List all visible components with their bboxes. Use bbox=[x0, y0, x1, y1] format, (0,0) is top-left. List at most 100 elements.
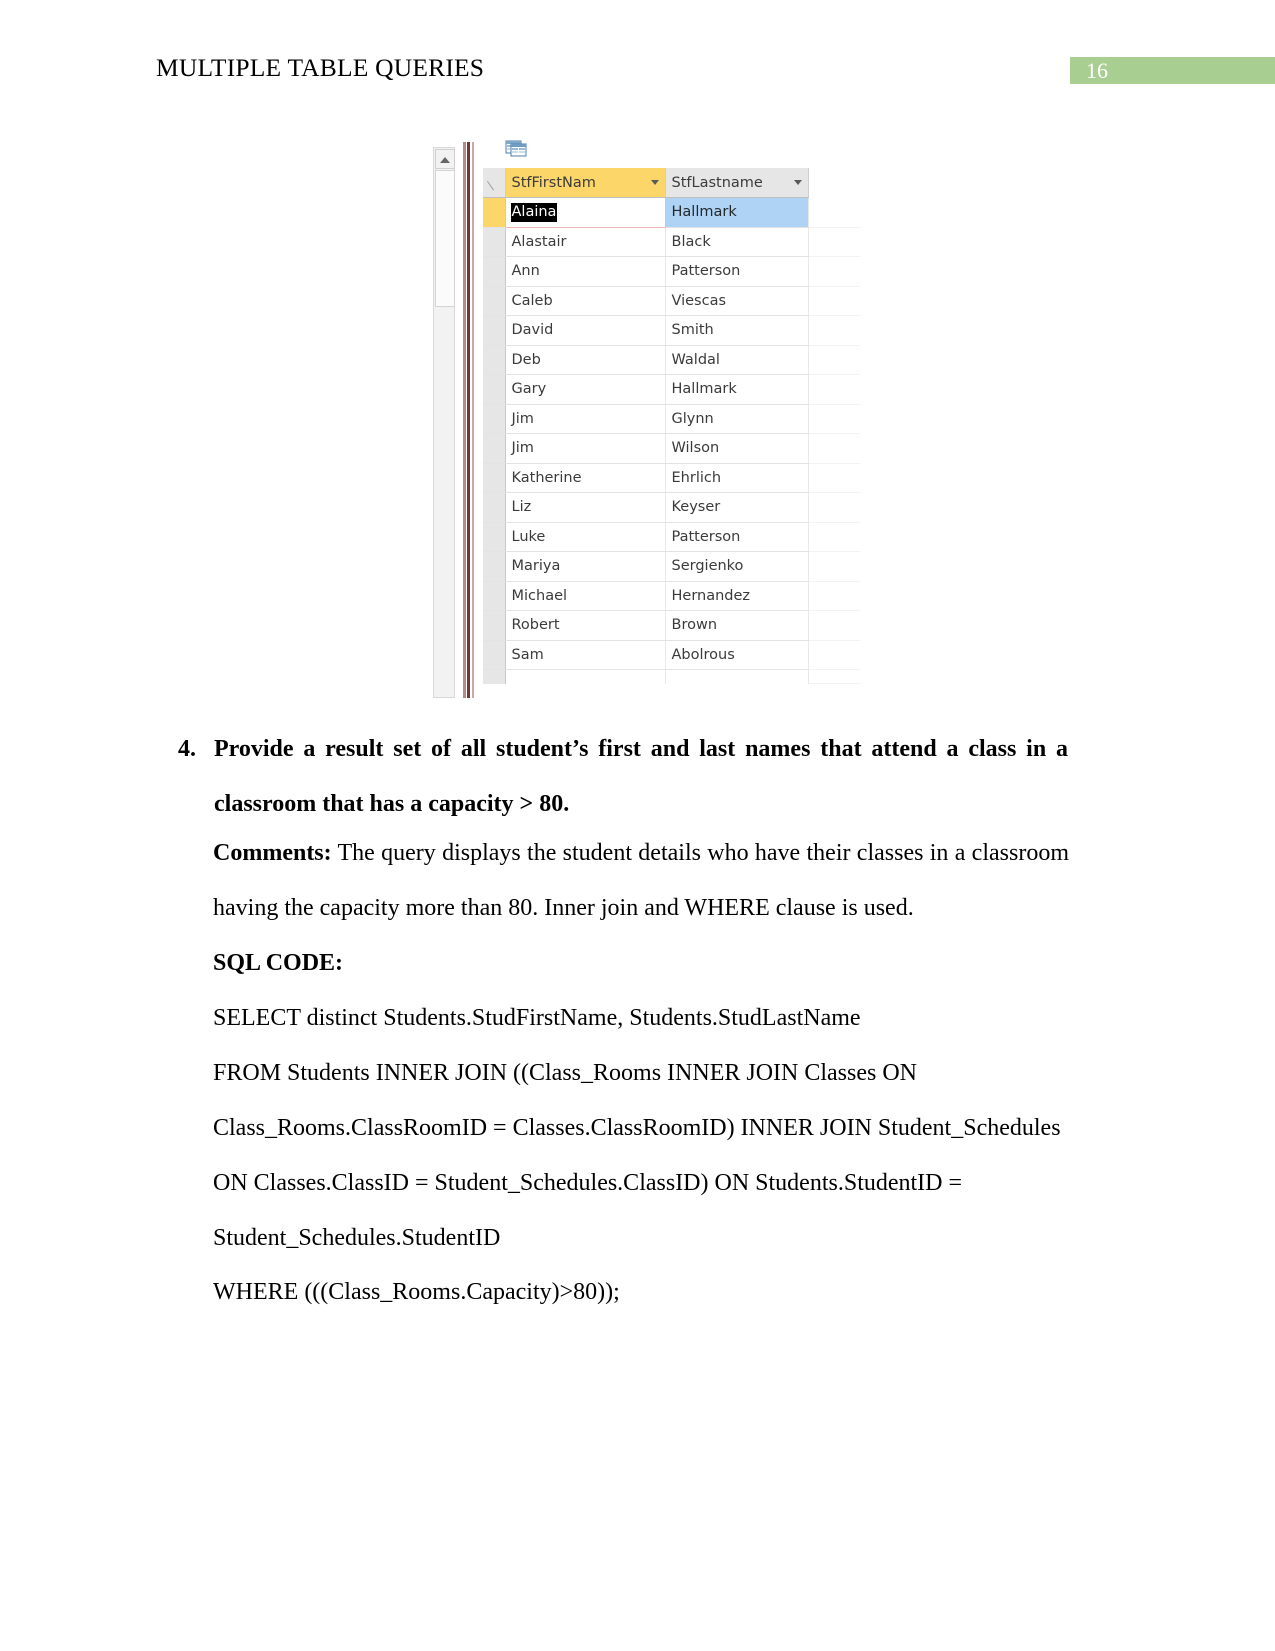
pane-divider-dark bbox=[467, 142, 470, 698]
selected-cell-text: Alaina bbox=[510, 203, 558, 223]
cell-first-name[interactable]: Mariya bbox=[505, 551, 666, 582]
row-selector[interactable] bbox=[483, 433, 506, 464]
table-row[interactable]: Ann Patterson bbox=[483, 256, 860, 287]
sql-line-from-2: Class_Rooms.ClassRoomID = Classes.ClassR… bbox=[213, 1115, 1061, 1141]
cell-last-name[interactable]: Patterson bbox=[665, 256, 809, 287]
table-row[interactable]: Caleb Viescas bbox=[483, 286, 860, 316]
scrollbar-thumb[interactable] bbox=[435, 170, 455, 307]
row-filler bbox=[808, 433, 860, 464]
header-filler bbox=[808, 168, 860, 198]
cell-first-name[interactable]: Gary bbox=[505, 374, 666, 405]
sql-code-heading-label: SQL CODE: bbox=[213, 950, 344, 976]
table-row[interactable]: Robert Brown bbox=[483, 610, 860, 641]
cell-first-name[interactable]: Alastair bbox=[505, 227, 666, 257]
sql-code-heading: SQL CODE: bbox=[213, 936, 1069, 991]
sql-line-from-1: FROM Students INNER JOIN ((Class_Rooms I… bbox=[213, 1060, 918, 1086]
row-selector[interactable] bbox=[483, 345, 506, 375]
datasheet-grid[interactable]: StfFirstNam StfLastname Alaina Hallmark bbox=[483, 168, 860, 684]
sql-line-where: WHERE (((Class_Rooms.Capacity)>80)); bbox=[213, 1279, 620, 1305]
column-header-label-first: StfFirstNam bbox=[511, 174, 596, 191]
table-row[interactable]: Michael Hernandez bbox=[483, 581, 860, 611]
row-selector[interactable] bbox=[483, 522, 506, 552]
page-header: MULTIPLE TABLE QUERIES 16 bbox=[0, 52, 1275, 92]
row-selector[interactable] bbox=[483, 551, 506, 582]
chevron-down-icon-first[interactable] bbox=[650, 180, 659, 185]
table-row[interactable]: Jim Glynn bbox=[483, 404, 860, 434]
row-selector[interactable] bbox=[483, 315, 506, 346]
page-title: MULTIPLE TABLE QUERIES bbox=[156, 53, 485, 82]
cell-last-name[interactable]: Hernandez bbox=[665, 581, 809, 611]
chevron-down-icon-last[interactable] bbox=[793, 180, 802, 185]
cell-last-name[interactable]: Keyser bbox=[665, 492, 809, 523]
cell-first-name[interactable]: David bbox=[505, 315, 666, 346]
table-row[interactable]: Luke Patterson bbox=[483, 522, 860, 552]
row-filler bbox=[808, 581, 860, 611]
cell-last-name[interactable]: Waldal bbox=[665, 345, 809, 375]
cell-last-name[interactable]: Wilson bbox=[665, 433, 809, 464]
table-row[interactable]: Liz Keyser bbox=[483, 492, 860, 523]
table-row[interactable]: David Smith bbox=[483, 315, 860, 346]
row-filler bbox=[808, 404, 860, 434]
column-header-label-last: StfLastname bbox=[671, 174, 763, 191]
pane-divider-faint bbox=[472, 142, 474, 698]
cell-first-name[interactable]: Michael bbox=[505, 581, 666, 611]
row-selector[interactable] bbox=[483, 669, 506, 684]
row-filler bbox=[808, 522, 860, 552]
row-selector[interactable] bbox=[483, 610, 506, 641]
cell-first-name[interactable]: Jim bbox=[505, 433, 666, 464]
table-row[interactable]: Katherine Ehrlich bbox=[483, 463, 860, 493]
table-row[interactable]: Sam Abolrous bbox=[483, 640, 860, 670]
cell-first-name[interactable]: Robert bbox=[505, 610, 666, 641]
cell-first-name[interactable]: Sam bbox=[505, 640, 666, 670]
cell-first-name[interactable]: Liz bbox=[505, 492, 666, 523]
scroll-up-arrow-icon[interactable] bbox=[435, 149, 455, 169]
comments-label: Comments: bbox=[213, 840, 332, 866]
table-row[interactable]: Deb Waldal bbox=[483, 345, 860, 375]
cell-last-name[interactable]: Patterson bbox=[665, 522, 809, 552]
cell-last-name[interactable] bbox=[665, 669, 809, 684]
table-row[interactable]: Jim Wilson bbox=[483, 433, 860, 464]
new-record-row[interactable] bbox=[483, 669, 860, 684]
cell-last-name[interactable]: Viescas bbox=[665, 286, 809, 316]
row-filler bbox=[808, 256, 860, 287]
table-row[interactable]: Alaina Hallmark bbox=[483, 197, 860, 228]
cell-first-name[interactable]: Katherine bbox=[505, 463, 666, 493]
column-header-stffirstname[interactable]: StfFirstNam bbox=[505, 168, 666, 198]
cell-last-name[interactable]: Smith bbox=[665, 315, 809, 346]
cell-first-name[interactable]: Deb bbox=[505, 345, 666, 375]
row-filler bbox=[808, 492, 860, 523]
row-selector[interactable] bbox=[483, 227, 506, 257]
cell-last-name[interactable]: Brown bbox=[665, 610, 809, 641]
cell-first-name[interactable]: Ann bbox=[505, 256, 666, 287]
cell-last-name[interactable]: Abolrous bbox=[665, 640, 809, 670]
table-row[interactable]: Alastair Black bbox=[483, 227, 860, 257]
cell-last-name[interactable]: Black bbox=[665, 227, 809, 257]
cell-last-name[interactable]: Hallmark bbox=[665, 374, 809, 405]
cell-last-name[interactable]: Sergienko bbox=[665, 551, 809, 582]
row-selector[interactable] bbox=[483, 581, 506, 611]
row-selector[interactable] bbox=[483, 492, 506, 523]
cell-first-name[interactable]: Jim bbox=[505, 404, 666, 434]
row-selector[interactable] bbox=[483, 463, 506, 493]
row-selector[interactable] bbox=[483, 374, 506, 405]
cell-first-name[interactable] bbox=[505, 669, 666, 684]
row-selector[interactable] bbox=[483, 404, 506, 434]
vertical-scrollbar[interactable] bbox=[433, 147, 455, 698]
select-all-header[interactable] bbox=[483, 168, 506, 198]
row-selector[interactable] bbox=[483, 640, 506, 670]
row-selector[interactable] bbox=[483, 256, 506, 287]
row-filler bbox=[808, 463, 860, 493]
cell-first-name[interactable]: Caleb bbox=[505, 286, 666, 316]
cell-last-name[interactable]: Glynn bbox=[665, 404, 809, 434]
cell-last-name[interactable]: Ehrlich bbox=[665, 463, 809, 493]
cell-first-name[interactable]: Alaina bbox=[504, 197, 666, 228]
grid-header-row: StfFirstNam StfLastname bbox=[483, 168, 860, 198]
column-header-stflastname[interactable]: StfLastname bbox=[665, 168, 809, 198]
row-filler bbox=[808, 610, 860, 641]
table-row[interactable]: Mariya Sergienko bbox=[483, 551, 860, 582]
row-selector[interactable] bbox=[483, 197, 506, 228]
row-selector[interactable] bbox=[483, 286, 506, 316]
cell-last-name[interactable]: Hallmark bbox=[665, 197, 809, 228]
table-row[interactable]: Gary Hallmark bbox=[483, 374, 860, 405]
cell-first-name[interactable]: Luke bbox=[505, 522, 666, 552]
